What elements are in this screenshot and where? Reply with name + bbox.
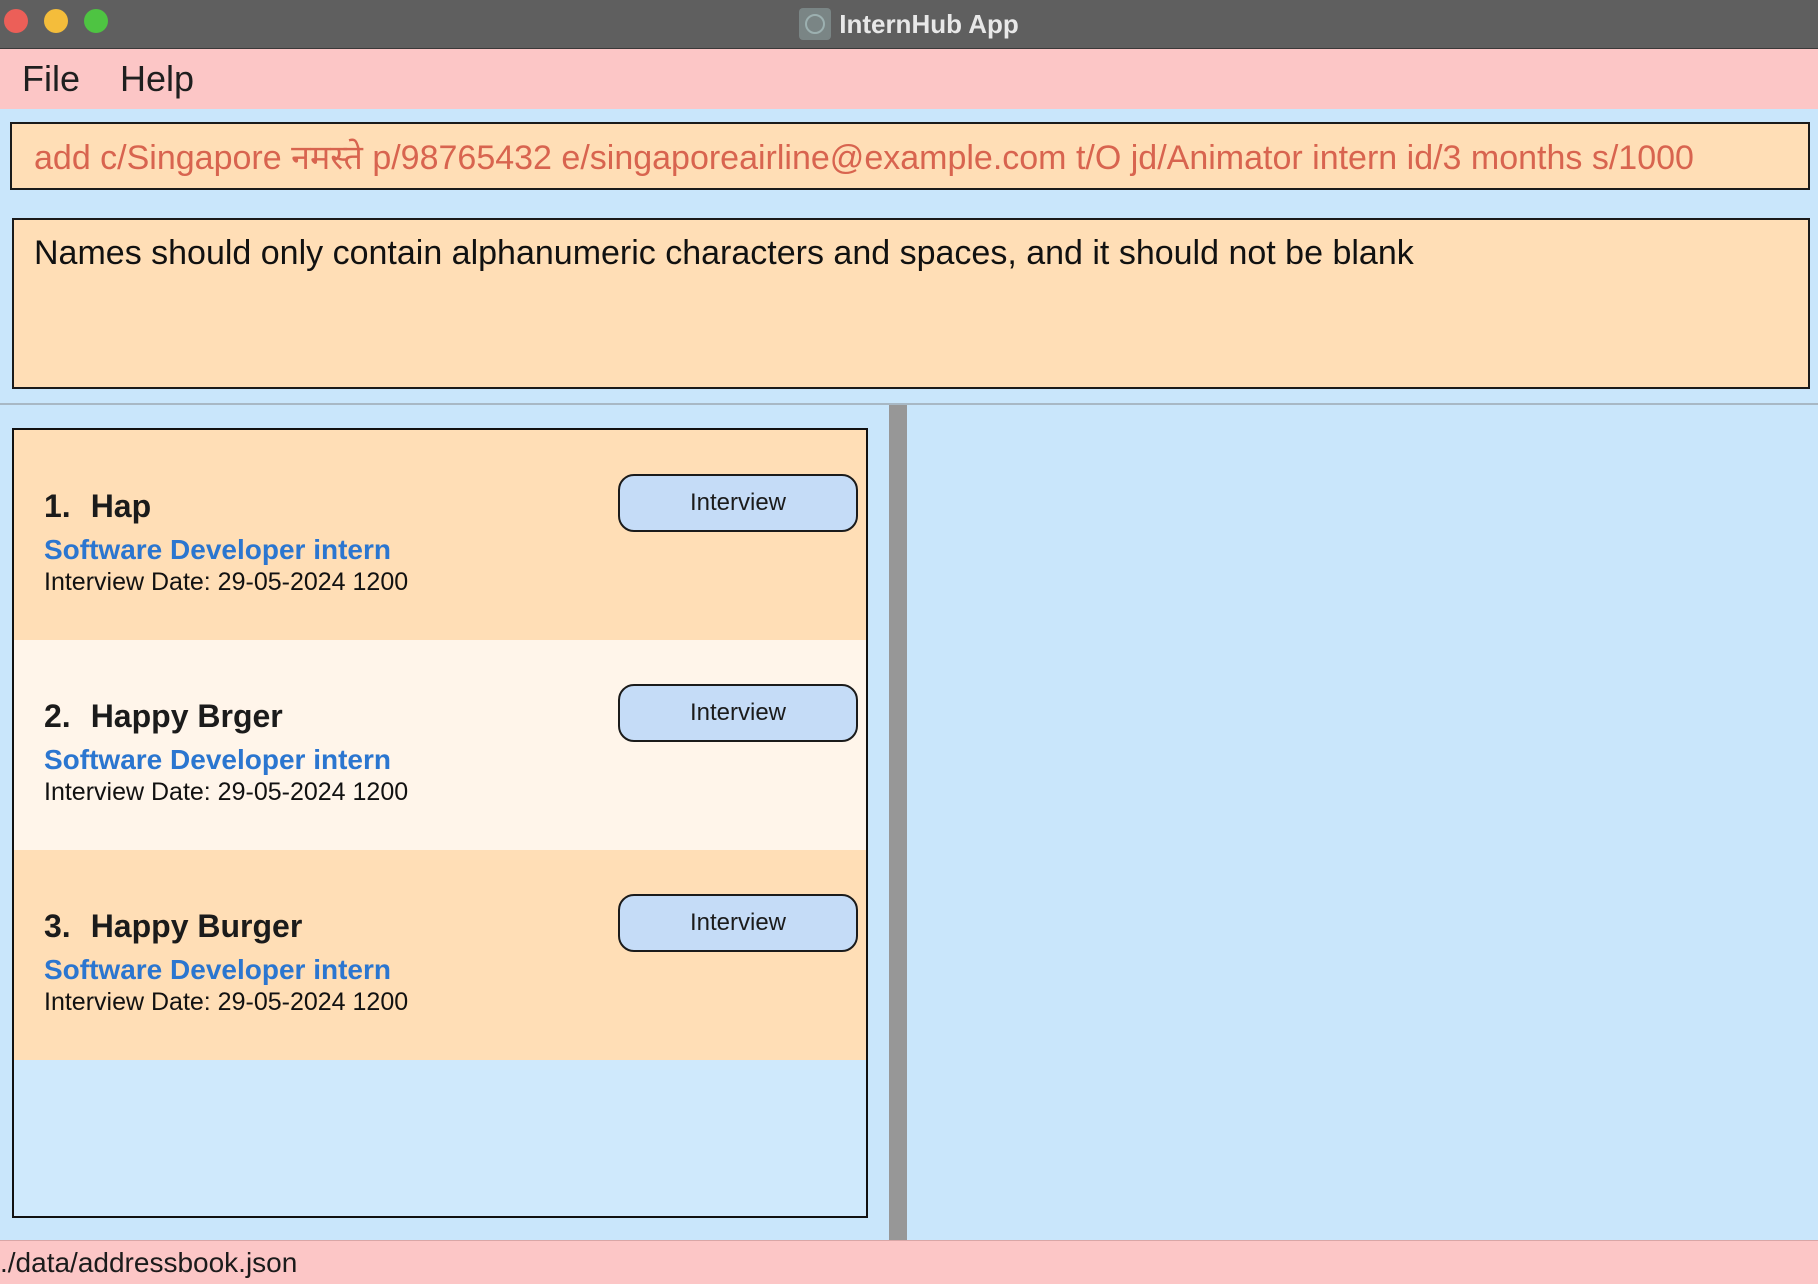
window-title: InternHub App — [839, 8, 1019, 39]
interview-date: Interview Date: 29-05-2024 1200 — [44, 568, 409, 596]
interview-date: Interview Date: 29-05-2024 1200 — [44, 778, 409, 806]
app-logo-icon — [799, 8, 832, 40]
status-bar: ./data/addressbook.json — [0, 1240, 1818, 1284]
card-index: 1. — [44, 488, 71, 524]
result-display: Names should only contain alphanumeric c… — [12, 218, 1810, 389]
card-title: 1. Hap — [44, 488, 151, 525]
card-title: 2. Happy Brger — [44, 698, 283, 735]
app-window: InternHub App File Help Names should onl… — [0, 0, 1818, 1284]
save-file-path: ./data/addressbook.json — [0, 1247, 298, 1278]
job-role: Software Developer intern — [44, 744, 391, 775]
internship-list[interactable]: 1. Hap Software Developer intern Intervie… — [12, 428, 868, 1218]
menu-file[interactable]: File — [22, 58, 80, 100]
status-button[interactable]: Interview — [618, 684, 858, 742]
menu-help[interactable]: Help — [120, 58, 194, 100]
job-role: Software Developer intern — [44, 534, 391, 565]
status-button[interactable]: Interview — [618, 474, 858, 532]
command-box — [10, 122, 1810, 190]
menu-bar: File Help — [0, 49, 1818, 109]
detail-panel — [907, 405, 1818, 1240]
list-item[interactable]: 1. Hap Software Developer intern Intervie… — [14, 430, 866, 640]
interview-date: Interview Date: 29-05-2024 1200 — [44, 988, 409, 1016]
job-role: Software Developer intern — [44, 954, 391, 985]
card-index: 2. — [44, 698, 71, 734]
list-item[interactable]: 3. Happy Burger Software Developer intern… — [14, 850, 866, 1060]
card-title: 3. Happy Burger — [44, 908, 302, 945]
list-item[interactable]: 2. Happy Brger Software Developer intern … — [14, 640, 866, 850]
command-input[interactable] — [12, 124, 1808, 188]
card-index: 3. — [44, 908, 71, 944]
status-button[interactable]: Interview — [618, 894, 858, 952]
split-pane-divider[interactable] — [889, 405, 907, 1240]
result-message: Names should only contain alphanumeric c… — [34, 234, 1414, 272]
company-name: Happy Brger — [90, 698, 283, 734]
title-wrap: InternHub App — [0, 0, 1818, 48]
title-bar: InternHub App — [0, 0, 1818, 49]
company-name: Happy Burger — [90, 908, 303, 944]
company-name: Hap — [90, 488, 152, 524]
